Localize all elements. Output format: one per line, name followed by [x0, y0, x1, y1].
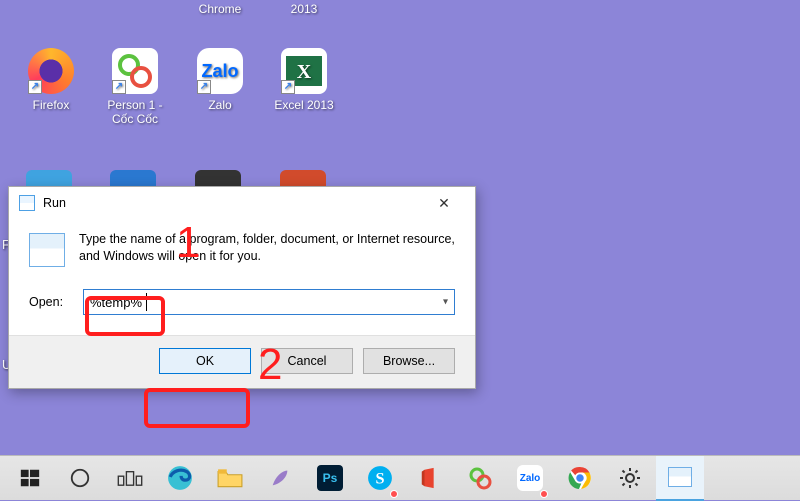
run-title: Run — [43, 196, 66, 210]
open-input-value: %temp% — [90, 295, 142, 310]
close-button[interactable]: ✕ — [423, 191, 465, 215]
taskview-icon — [116, 464, 144, 492]
svg-text:S: S — [375, 469, 384, 487]
cortana-button[interactable] — [56, 456, 104, 501]
coccoc-icon: ↗ — [112, 48, 158, 94]
office-icon — [416, 464, 444, 492]
taskbar-chrome[interactable] — [556, 456, 604, 501]
desktop-icon-coccoc[interactable]: ↗ Person 1 - Cốc Cốc — [98, 48, 172, 126]
taskbar[interactable]: Ps S Zalo — [0, 455, 800, 500]
run-description: Type the name of a program, folder, docu… — [79, 231, 455, 267]
taskbar-office[interactable] — [406, 456, 454, 501]
open-combobox[interactable]: %temp% ▾ — [83, 289, 455, 315]
photoshop-icon: Ps — [316, 464, 344, 492]
skype-icon: S — [366, 464, 394, 492]
edge-icon — [166, 464, 194, 492]
taskbar-photoshop[interactable]: Ps — [306, 456, 354, 501]
run-titlebar[interactable]: Run ✕ — [9, 187, 475, 217]
ok-button[interactable]: OK — [159, 348, 251, 374]
start-button[interactable] — [6, 456, 54, 501]
cancel-button[interactable]: Cancel — [261, 348, 353, 374]
run-dialog-large-icon — [29, 233, 65, 267]
notification-badge — [540, 490, 548, 498]
shortcut-arrow: ↗ — [112, 80, 126, 94]
svg-text:X: X — [297, 61, 312, 83]
desktop-icon-label: Excel 2013 — [267, 98, 341, 112]
circle-icon — [66, 464, 94, 492]
desktop-icon-zalo[interactable]: Zalo↗ Zalo — [183, 48, 257, 112]
firefox-icon: ↗ — [28, 48, 74, 94]
run-button-bar: OK Cancel Browse... — [9, 335, 475, 388]
desktop-icon-label: Person 1 - Cốc Cốc — [98, 98, 172, 126]
taskbar-explorer[interactable] — [206, 456, 254, 501]
taskbar-app-feather[interactable] — [256, 456, 304, 501]
run-task-icon — [666, 463, 694, 491]
taskbar-settings[interactable] — [606, 456, 654, 501]
desktop-icon-label: Zalo — [183, 98, 257, 112]
desktop-icon-label: Firefox — [14, 98, 88, 112]
zalo-icon: Zalo — [516, 464, 544, 492]
chrome-icon — [566, 464, 594, 492]
desktop-icon-firefox[interactable]: ↗ Firefox — [14, 48, 88, 112]
gear-icon — [616, 464, 644, 492]
notification-badge — [390, 490, 398, 498]
feather-icon — [266, 464, 294, 492]
run-dialog-icon — [19, 195, 35, 211]
windows-icon — [16, 464, 44, 492]
taskbar-edge[interactable] — [156, 456, 204, 501]
folder-icon — [216, 464, 244, 492]
taskview-button[interactable] — [106, 456, 154, 501]
taskbar-run-active[interactable] — [656, 456, 704, 501]
shortcut-arrow: ↗ — [197, 80, 211, 94]
browse-button[interactable]: Browse... — [363, 348, 455, 374]
run-dialog: Run ✕ Type the name of a program, folder… — [8, 186, 476, 389]
taskbar-skype[interactable]: S — [356, 456, 404, 501]
shortcut-arrow: ↗ — [281, 80, 295, 94]
open-label: Open: — [29, 295, 69, 309]
excel-icon: X ↗ — [281, 48, 327, 94]
shortcut-arrow: ↗ — [28, 80, 42, 94]
desktop-icon-excel[interactable]: X ↗ Excel 2013 — [267, 48, 341, 112]
taskbar-coccoc[interactable] — [456, 456, 504, 501]
zalo-icon: Zalo↗ — [197, 48, 243, 94]
close-icon: ✕ — [438, 195, 450, 212]
taskbar-zalo[interactable]: Zalo — [506, 456, 554, 501]
coccoc-icon — [466, 464, 494, 492]
chevron-down-icon[interactable]: ▾ — [443, 297, 448, 308]
text-caret — [146, 293, 147, 311]
